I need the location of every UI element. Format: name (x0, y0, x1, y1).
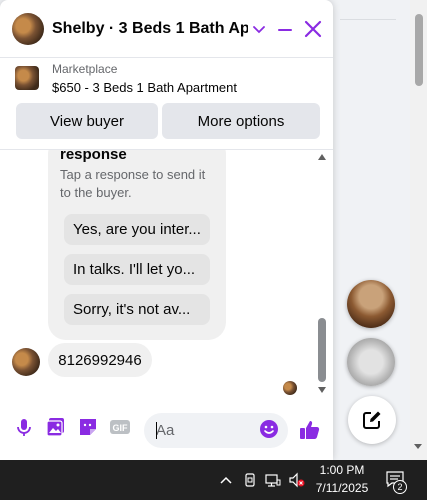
taskbar-date[interactable]: 7/11/2025 (314, 481, 370, 495)
volume-muted-icon[interactable] (288, 472, 305, 488)
listing-title[interactable]: $650 - 3 Beds 1 Bath Apartment (52, 80, 237, 95)
text-caret (156, 422, 157, 439)
more-options-button[interactable]: More options (162, 103, 320, 139)
sticker-icon[interactable] (77, 416, 99, 438)
card-subtext: Tap a response to send it to the buyer. (60, 167, 206, 200)
close-icon[interactable] (303, 19, 323, 39)
chat-head-1[interactable] (347, 280, 395, 328)
gif-label: GIF (113, 423, 129, 433)
chat-scroll-down-icon[interactable] (318, 387, 326, 393)
page-scroll-down-icon[interactable] (414, 444, 422, 449)
contact-avatar[interactable] (12, 13, 44, 45)
chat-header[interactable]: Shelby · 3 Beds 1 Bath Apa... (0, 0, 333, 58)
chat-scrollbar-thumb[interactable] (318, 318, 326, 382)
view-buyer-button[interactable]: View buyer (16, 103, 158, 139)
taskbar-time[interactable]: 1:00 PM (314, 463, 370, 477)
gif-icon[interactable]: GIF (109, 416, 131, 438)
marketplace-label: Marketplace (52, 62, 118, 76)
quick-response-1[interactable]: Yes, are you inter... (64, 214, 210, 245)
chevron-down-icon[interactable] (251, 19, 267, 39)
page-scrollbar-thumb[interactable] (415, 14, 423, 86)
quick-response-3[interactable]: Sorry, it's not av... (64, 294, 210, 325)
sender-avatar[interactable] (12, 348, 40, 376)
thumbs-up-icon[interactable] (298, 418, 322, 442)
notification-count-badge: 2 (393, 480, 407, 494)
chat-scroll-up-icon[interactable] (318, 154, 326, 160)
photo-icon[interactable] (45, 416, 67, 438)
emoji-icon[interactable] (259, 419, 279, 439)
read-receipt-avatar (283, 381, 297, 395)
quick-response-2[interactable]: In talks. I'll let yo... (64, 254, 210, 285)
new-message-button[interactable] (348, 396, 396, 444)
chat-head-2[interactable] (347, 338, 395, 386)
message-bubble[interactable]: 8126992946 (48, 343, 152, 377)
device-icon[interactable] (242, 472, 258, 488)
network-icon[interactable] (265, 472, 281, 488)
page-scrollbar[interactable] (410, 0, 427, 460)
card-heading: response (60, 146, 127, 163)
chat-window: Shelby · 3 Beds 1 Bath Apa... Marketplac… (0, 0, 333, 460)
chat-title[interactable]: Shelby · 3 Beds 1 Bath Apa... (52, 20, 248, 38)
minimize-icon[interactable] (275, 20, 295, 40)
compose-icon (363, 411, 381, 429)
background-divider (340, 19, 396, 20)
microphone-icon[interactable] (13, 416, 35, 438)
show-hidden-icons-icon[interactable] (218, 472, 234, 488)
listing-thumbnail (15, 66, 39, 90)
